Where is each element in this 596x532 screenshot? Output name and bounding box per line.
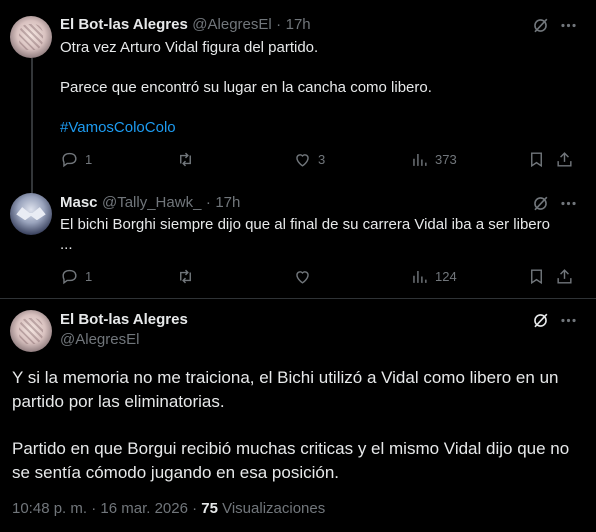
tweet-text: Otra vez Arturo Vidal figura del partido… xyxy=(60,38,432,138)
tweet-time[interactable]: 17h xyxy=(215,194,240,211)
display-name[interactable]: Masc xyxy=(60,194,98,211)
user-handle[interactable]: @AlegresEl xyxy=(192,16,271,33)
tweet-header: El Bot-las Alegres @AlegresEl · 17h xyxy=(60,16,311,34)
reply-count: 1 xyxy=(85,152,93,167)
separator-dot: · xyxy=(276,16,282,33)
tweet-paragraph: Y si la memoria no me traiciona, el Bich… xyxy=(12,368,559,411)
separator-dot: · xyxy=(205,194,211,211)
avatar[interactable] xyxy=(10,16,52,58)
tweet-line: El bichi Borghi siempre dijo que al fina… xyxy=(60,216,550,233)
more-icon[interactable] xyxy=(559,311,578,330)
views-count: 124 xyxy=(435,269,457,284)
display-name[interactable]: El Bot-las Alegres xyxy=(60,311,188,328)
like-count: 3 xyxy=(318,152,326,167)
reply-icon xyxy=(62,269,77,285)
display-name[interactable]: El Bot-las Alegres xyxy=(60,16,188,33)
like-icon xyxy=(296,271,309,284)
tweet-header: Masc @Tally_Hawk_ · 17h xyxy=(60,194,240,212)
reply-icon xyxy=(62,152,77,168)
avatar[interactable] xyxy=(10,310,52,352)
reply-button[interactable]: 1 xyxy=(60,150,92,169)
tweet-line: Parece que encontró su lugar en la canch… xyxy=(60,79,432,96)
hashtag-link[interactable]: #VamosColoColo xyxy=(60,118,432,138)
views-icon xyxy=(413,270,427,283)
like-button[interactable] xyxy=(293,267,318,286)
like-icon xyxy=(296,154,309,167)
thread-line xyxy=(31,58,33,198)
reply-count: 1 xyxy=(85,269,93,284)
retweet-icon xyxy=(180,269,191,284)
retweet-button[interactable] xyxy=(176,150,201,169)
share-icon[interactable] xyxy=(555,267,574,286)
tweet-line: ... xyxy=(60,236,73,253)
grok-icon[interactable] xyxy=(531,16,550,35)
divider xyxy=(0,298,596,299)
bookmark-icon[interactable] xyxy=(527,267,546,286)
views-button[interactable]: 124 xyxy=(410,267,457,286)
tweet-line: Otra vez Arturo Vidal figura del partido… xyxy=(60,39,319,56)
views-count: 373 xyxy=(435,152,457,167)
views-button[interactable]: 373 xyxy=(410,150,457,169)
tweet-text: El bichi Borghi siempre dijo que al fina… xyxy=(60,215,550,255)
like-button[interactable]: 3 xyxy=(293,150,325,169)
avatar[interactable] xyxy=(10,193,52,235)
reply-button[interactable]: 1 xyxy=(60,267,92,286)
tweet-paragraph: Partido en que Borgui recibió muchas cri… xyxy=(12,439,570,482)
user-handle[interactable]: @Tally_Hawk_ xyxy=(102,194,201,211)
views-count: 75 xyxy=(201,500,218,517)
tweet-timestamp[interactable]: 10:48 p. m. · 16 mar. 2026 · xyxy=(12,500,201,517)
share-icon[interactable] xyxy=(555,150,574,169)
more-icon[interactable] xyxy=(559,16,578,35)
grok-icon[interactable] xyxy=(531,194,550,213)
retweet-icon xyxy=(180,152,191,167)
views-label: Visualizaciones xyxy=(217,500,326,517)
more-icon[interactable] xyxy=(559,194,578,213)
grok-icon[interactable] xyxy=(531,311,550,330)
bookmark-icon[interactable] xyxy=(527,150,546,169)
user-handle[interactable]: @AlegresEl xyxy=(60,331,139,348)
tweet-metadata: 10:48 p. m. · 16 mar. 2026 · 75 Visualiz… xyxy=(12,500,325,517)
views-icon xyxy=(413,153,427,166)
retweet-button[interactable] xyxy=(176,267,201,286)
tweet-time[interactable]: 17h xyxy=(286,16,311,33)
